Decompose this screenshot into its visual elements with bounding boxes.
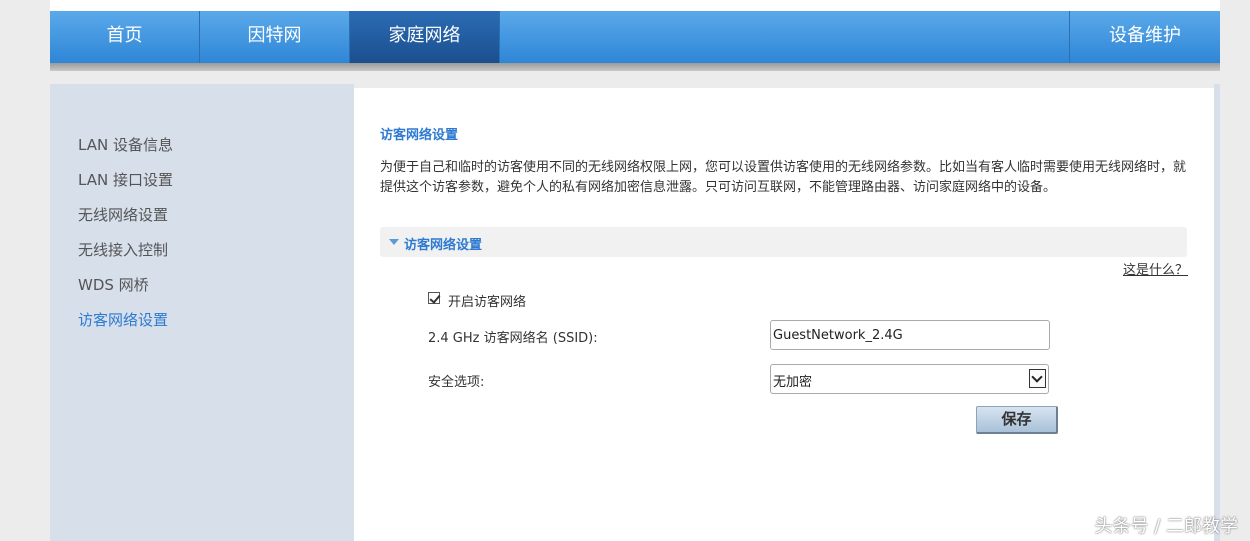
help-link[interactable]: 这是什么？ bbox=[1123, 259, 1188, 278]
page-description: 为便于自己和临时的访客使用不同的无线网络权限上网，您可以设置供访客使用的无线网络… bbox=[380, 160, 1187, 195]
security-select[interactable]: 无加密 bbox=[770, 364, 1049, 394]
sidebar-item-lan-device-info[interactable]: LAN 设备信息 bbox=[78, 134, 173, 155]
save-button[interactable]: 保存 bbox=[976, 406, 1058, 434]
security-value: 无加密 bbox=[773, 375, 813, 390]
top-strip bbox=[50, 0, 1220, 11]
section-header[interactable]: 访客网络设置 bbox=[380, 227, 1187, 257]
nav-home-network[interactable]: 家庭网络 bbox=[350, 11, 500, 63]
security-label: 安全选项: bbox=[428, 375, 485, 390]
ssid-input[interactable] bbox=[770, 320, 1050, 350]
nav-shadow bbox=[50, 63, 1220, 71]
sidebar-item-wds-bridge[interactable]: WDS 网桥 bbox=[78, 274, 149, 295]
content-panel: 访客网络设置 为便于自己和临时的访客使用不同的无线网络权限上网，您可以设置供访客… bbox=[354, 88, 1214, 541]
enable-label: 开启访客网络 bbox=[448, 295, 527, 310]
nav-internet[interactable]: 因特网 bbox=[200, 11, 350, 63]
sidebar: LAN 设备信息 LAN 接口设置 无线网络设置 无线接入控制 WDS 网桥 访… bbox=[50, 84, 354, 541]
section-label: 访客网络设置 bbox=[404, 238, 483, 253]
triangle-down-icon bbox=[389, 239, 399, 245]
sidebar-item-guest-network[interactable]: 访客网络设置 bbox=[78, 309, 168, 330]
ssid-label: 2.4 GHz 访客网络名 (SSID): bbox=[428, 331, 598, 346]
chevron-down-icon[interactable] bbox=[1029, 369, 1046, 388]
sidebar-item-lan-interface[interactable]: LAN 接口设置 bbox=[78, 169, 173, 190]
check-icon bbox=[429, 292, 441, 304]
nav-home[interactable]: 首页 bbox=[50, 11, 200, 63]
watermark: 头条号 / 二郎教学 bbox=[1094, 516, 1238, 537]
nav-maintenance[interactable]: 设备维护 bbox=[1070, 11, 1220, 63]
main-nav: 首页 因特网 家庭网络 设备维护 bbox=[50, 11, 1220, 63]
nav-spacer bbox=[500, 11, 1070, 63]
sidebar-item-wireless-settings[interactable]: 无线网络设置 bbox=[78, 204, 168, 225]
page-title: 访客网络设置 bbox=[380, 128, 459, 143]
right-frame bbox=[1214, 84, 1220, 541]
sidebar-item-wireless-access-control[interactable]: 无线接入控制 bbox=[78, 239, 168, 260]
enable-checkbox[interactable] bbox=[428, 292, 441, 304]
